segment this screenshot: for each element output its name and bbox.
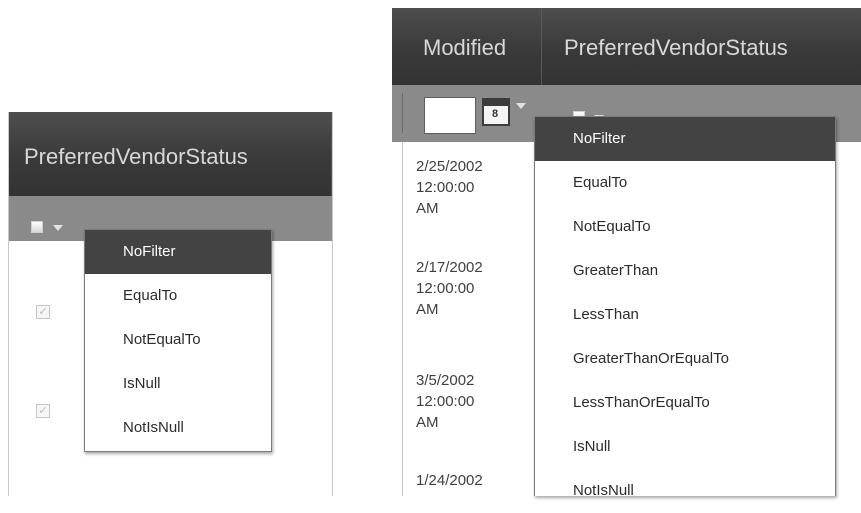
modified-cell: 2/25/2002 12:00:00 AM — [416, 158, 483, 217]
left-row-checkbox[interactable]: ✓ — [36, 404, 50, 418]
modified-cell: 3/5/2002 12:00:00 AM — [416, 372, 475, 431]
calendar-icon-day: 8 — [492, 108, 499, 120]
right-menu-item-notisnull[interactable]: NotIsNull — [535, 469, 835, 513]
right-menu-item-lessthanorequalto[interactable]: LessThanOrEqualTo — [535, 381, 835, 425]
divider — [402, 93, 403, 133]
date-filter-input[interactable] — [424, 97, 476, 134]
left-menu-item-notequalto[interactable]: NotEqualTo — [85, 318, 271, 362]
left-filter-menu: NoFilter EqualTo NotEqualTo IsNull NotIs… — [84, 229, 272, 452]
left-menu-item-nofilter[interactable]: NoFilter — [85, 230, 271, 274]
left-column-header-label: PreferredVendorStatus — [24, 144, 248, 169]
left-menu-item-notisnull[interactable]: NotIsNull — [85, 406, 271, 450]
right-menu-item-equalto[interactable]: EqualTo — [535, 161, 835, 205]
modified-cell: 2/17/2002 12:00:00 AM — [416, 259, 483, 318]
modified-column-header-label: Modified — [423, 35, 507, 60]
left-menu-item-equalto[interactable]: EqualTo — [85, 274, 271, 318]
left-filter-checkbox[interactable] — [31, 221, 43, 233]
right-header-row: Modified PreferredVendorStatus — [392, 8, 861, 85]
modified-cell: 1/24/2002 — [416, 472, 483, 489]
right-menu-item-greaterthanorequalto[interactable]: GreaterThanOrEqualTo — [535, 337, 835, 381]
right-menu-item-nofilter[interactable]: NoFilter — [535, 117, 835, 161]
date-filter-dropdown-icon[interactable] — [516, 103, 526, 109]
right-menu-item-notequalto[interactable]: NotEqualTo — [535, 205, 835, 249]
right-menu-item-greaterthan[interactable]: GreaterThan — [535, 249, 835, 293]
preferredvendorstatus-column-header-label: PreferredVendorStatus — [564, 35, 788, 60]
right-menu-item-lessthan[interactable]: LessThan — [535, 293, 835, 337]
calendar-icon[interactable]: 8 — [482, 98, 510, 126]
left-row-checkbox[interactable]: ✓ — [36, 305, 50, 319]
right-menu-item-isnull[interactable]: IsNull — [535, 425, 835, 469]
preferredvendorstatus-column-header[interactable]: PreferredVendorStatus — [542, 8, 861, 85]
left-filter-dropdown-icon[interactable] — [53, 225, 63, 231]
left-column-header[interactable]: PreferredVendorStatus — [9, 112, 332, 196]
modified-column-header[interactable]: Modified — [392, 8, 542, 85]
left-menu-item-isnull[interactable]: IsNull — [85, 362, 271, 406]
right-filter-menu: NoFilter EqualTo NotEqualTo GreaterThan … — [534, 116, 836, 499]
